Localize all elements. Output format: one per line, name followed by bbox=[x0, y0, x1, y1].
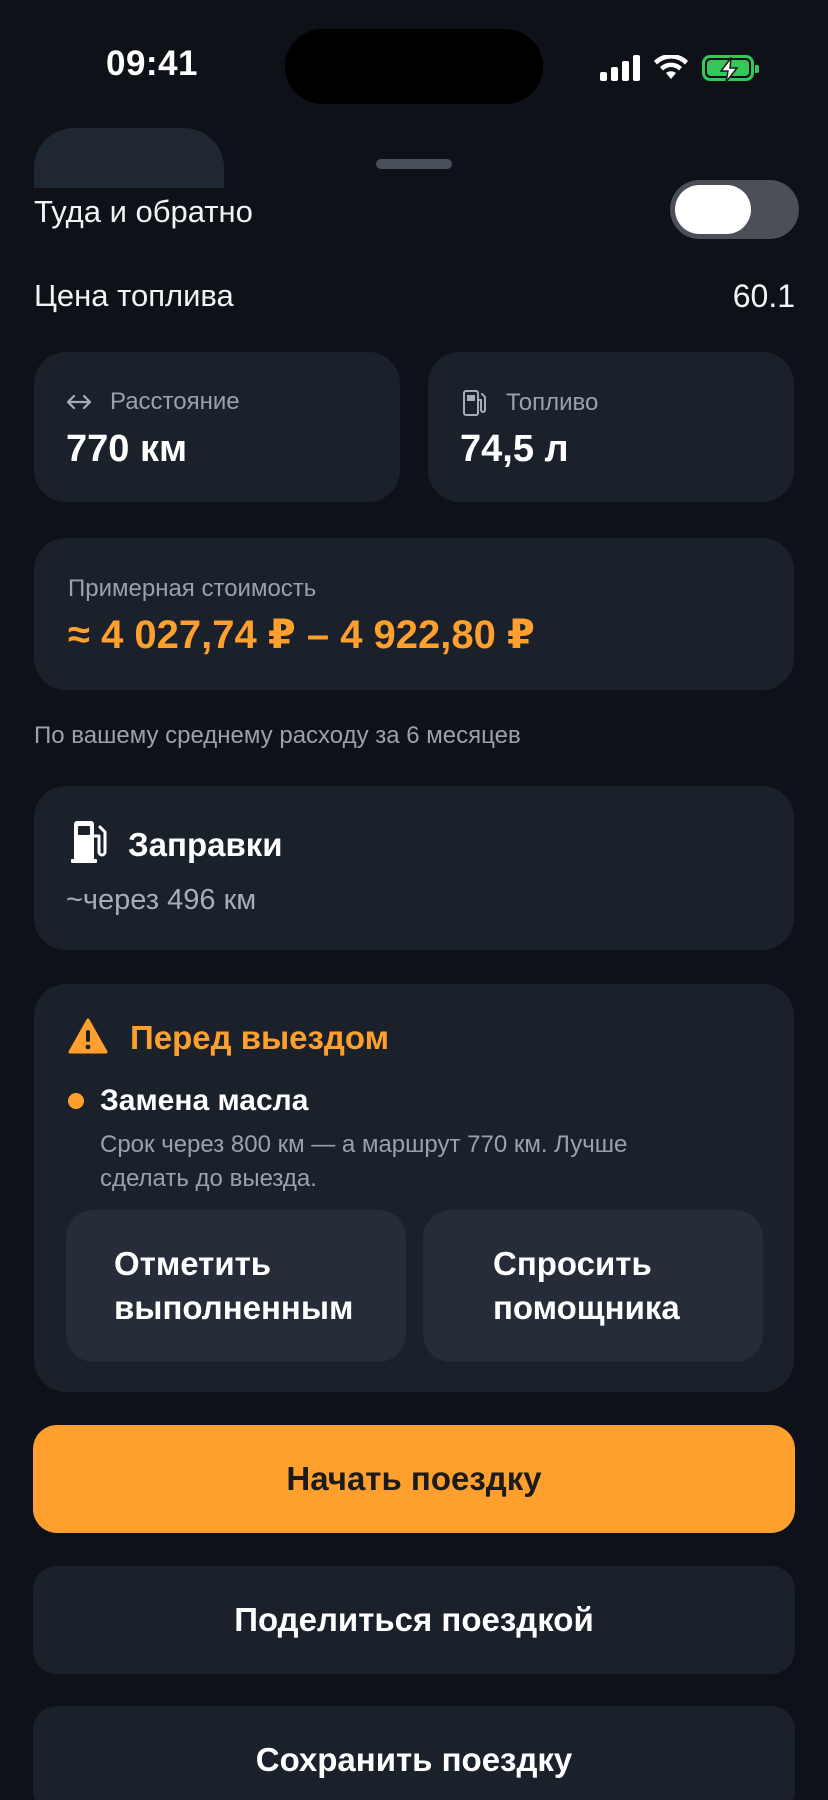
fuel-label: Топливо bbox=[506, 389, 599, 416]
fuel-price-value[interactable]: 60.1 bbox=[733, 278, 795, 315]
cellular-signal-icon bbox=[600, 55, 640, 81]
round-trip-toggle[interactable] bbox=[670, 180, 799, 239]
ask-assistant-label: Спросить помощника bbox=[493, 1245, 680, 1326]
status-icons bbox=[600, 48, 759, 88]
share-trip-button[interactable]: Поделиться поездкой bbox=[33, 1566, 795, 1674]
mark-done-button[interactable]: Отметить выполненным bbox=[66, 1210, 406, 1362]
distance-card: Расстояние 770 км bbox=[34, 352, 400, 502]
warning-triangle-icon bbox=[68, 1018, 108, 1054]
distance-value: 770 км bbox=[66, 428, 188, 470]
status-time: 09:41 bbox=[106, 44, 199, 83]
fuel-pump-icon bbox=[71, 821, 107, 863]
screen: 09:41 Туда и обратно Цена топлива 60.1 Р… bbox=[0, 0, 828, 1800]
cost-card: Примерная стоимость ≈ 4 027,74 ₽ – 4 922… bbox=[34, 538, 794, 690]
background-card bbox=[34, 128, 224, 188]
distance-label: Расстояние bbox=[110, 388, 240, 415]
ask-assistant-button[interactable]: Спросить помощника bbox=[423, 1210, 763, 1362]
average-consumption-note: По вашему среднему расходу за 6 месяцев bbox=[34, 722, 521, 749]
oil-change-title: Замена масла bbox=[100, 1084, 309, 1117]
mark-done-label: Отметить выполненным bbox=[114, 1245, 354, 1326]
wifi-icon bbox=[654, 55, 688, 79]
stations-subtitle: ~через 496 км bbox=[66, 884, 257, 916]
fuel-price-label: Цена топлива bbox=[34, 278, 234, 313]
arrows-horizontal-icon bbox=[66, 394, 92, 410]
stations-title: Заправки bbox=[128, 826, 283, 863]
oil-change-description: Срок через 800 км — а маршрут 770 км. Лу… bbox=[100, 1131, 628, 1192]
toggle-knob bbox=[675, 185, 751, 234]
before-departure-title: Перед выездом bbox=[130, 1019, 390, 1056]
start-trip-button[interactable]: Начать поездку bbox=[33, 1425, 795, 1533]
fuel-value: 74,5 л bbox=[460, 428, 569, 470]
fuel-card: Топливо 74,5 л bbox=[428, 352, 794, 502]
before-departure-card: Перед выездом Замена масла Срок через 80… bbox=[34, 984, 794, 1392]
battery-charging-icon bbox=[702, 55, 759, 83]
save-trip-button[interactable]: Сохранить поездку bbox=[33, 1706, 795, 1800]
sheet-grabber[interactable] bbox=[376, 159, 452, 169]
dynamic-island bbox=[285, 29, 543, 104]
bullet-dot bbox=[68, 1093, 84, 1109]
stations-card[interactable]: Заправки ~через 496 км bbox=[34, 786, 794, 950]
round-trip-label: Туда и обратно bbox=[34, 194, 253, 229]
cost-value: ≈ 4 027,74 ₽ – 4 922,80 ₽ bbox=[68, 613, 535, 657]
fuel-pump-icon bbox=[463, 390, 486, 416]
cost-label: Примерная стоимость bbox=[68, 575, 317, 602]
